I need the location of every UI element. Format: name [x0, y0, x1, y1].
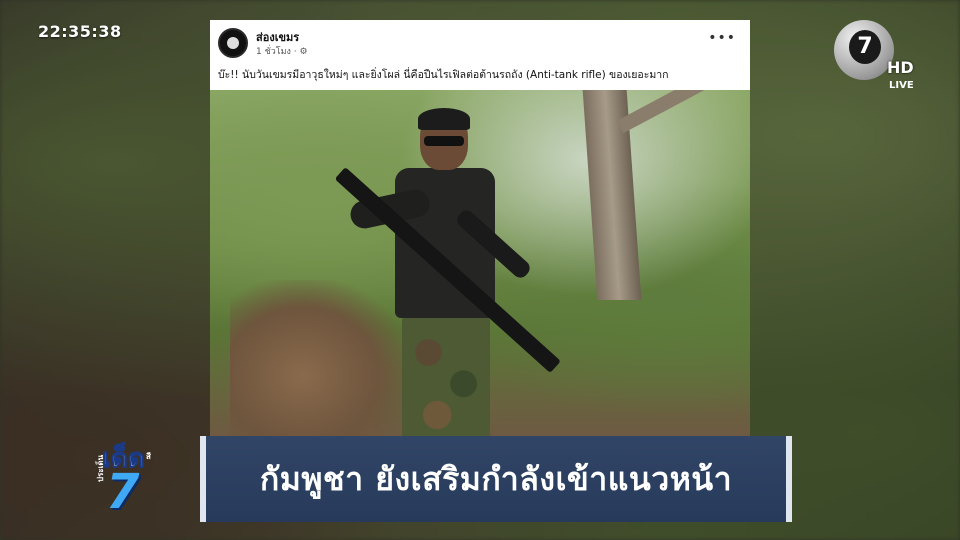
headline-lower-third: กัมพูชา ยังเสริมกำลังเข้าแนวหน้า	[200, 436, 792, 522]
channel-logo: 7 HD LIVE	[832, 18, 922, 98]
headline-text: กัมพูชา ยังเสริมกำลังเข้าแนวหน้า	[259, 460, 733, 498]
camo-trousers	[402, 315, 490, 436]
post-header: ส่องเขมร 1 ชั่วโมง · ⚙ ••• บ๊ะ!! นับวันเ…	[210, 20, 750, 88]
post-timestamp: 1 ชั่วโมง · ⚙	[256, 44, 308, 58]
program-logo: ประเด็น เด็ด 7 สี	[86, 444, 166, 520]
globe-icon: ⚙	[299, 47, 308, 57]
sunglasses	[424, 136, 464, 146]
live-badge: LIVE	[889, 80, 914, 91]
channel-logo-number: 7	[849, 30, 881, 64]
program-logo-number: 7	[106, 464, 140, 520]
soldier-cap	[418, 108, 470, 130]
avatar[interactable]	[218, 28, 248, 58]
broadcast-clock: 22:35:38	[38, 22, 122, 41]
post-timestamp-text: 1 ชั่วโมง ·	[256, 47, 297, 57]
more-options-button[interactable]: •••	[708, 30, 736, 46]
tree-branch	[616, 90, 721, 134]
soldier-figure	[334, 108, 561, 436]
post-caption: บ๊ะ!! นับวันเขมรมีอาวุธใหม่ๆ และยิ่งโผล่…	[218, 69, 669, 81]
program-logo-side: สี	[146, 452, 151, 461]
avatar-icon	[227, 37, 239, 49]
post-photo[interactable]	[210, 90, 750, 436]
facebook-post: ส่องเขมร 1 ชั่วโมง · ⚙ ••• บ๊ะ!! นับวันเ…	[210, 20, 750, 436]
hd-badge: HD	[887, 58, 914, 77]
